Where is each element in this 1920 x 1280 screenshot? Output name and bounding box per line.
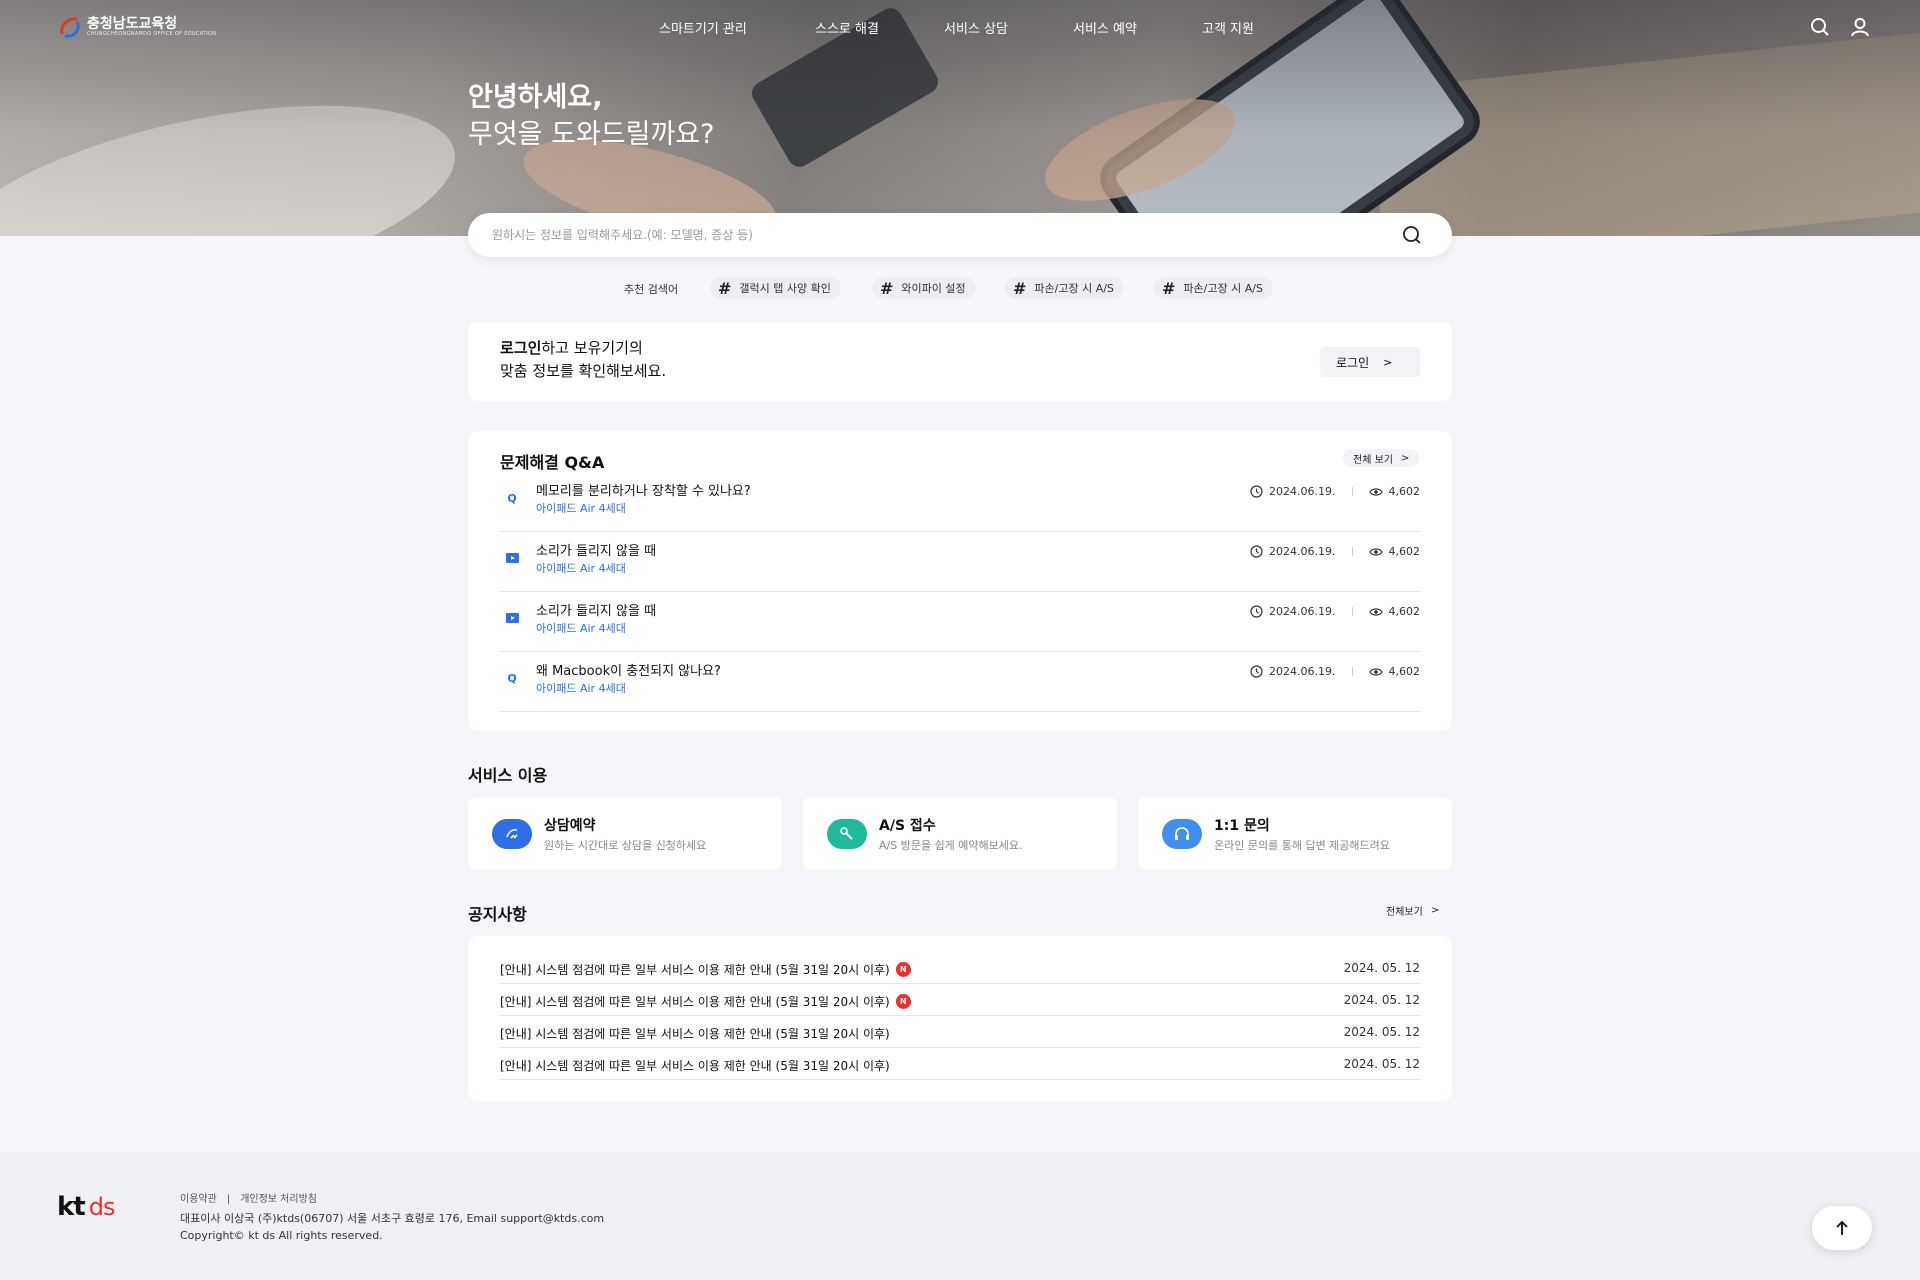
scroll-to-top-button[interactable] (1812, 1206, 1872, 1250)
clock-icon (1250, 605, 1263, 618)
wrench-icon (827, 819, 867, 849)
footer-copyright: Copyright© kt ds All rights reserved. (180, 1229, 383, 1242)
footer-links: 이용약관 | 개인정보 처리방침 (180, 1194, 317, 1205)
clock-icon (1250, 545, 1263, 558)
consult-icon (492, 819, 532, 849)
qa-title: 문제해결 Q&A (500, 453, 605, 472)
nav-self-solve[interactable]: 스스로 해결 (815, 18, 879, 37)
chevron-right-icon: > (1430, 905, 1440, 916)
eye-icon (1368, 547, 1383, 556)
chevron-right-icon: > (1383, 355, 1393, 369)
recommended-keywords: 추천 검색어 # 갤럭시 탭 사양 확인 # 와이파이 설정 # 파손/고장 시 A/… (0, 277, 1920, 299)
qa-item[interactable]: Q 왜 Macbook이 충전되지 않나요? 아이패드 Air 4세대 2024… (500, 652, 1420, 712)
chevron-right-icon: > (1400, 452, 1410, 464)
clock-icon (1250, 665, 1263, 678)
nav-service-reserve[interactable]: 서비스 예약 (1073, 18, 1137, 37)
notice-item[interactable]: [안내] 시스템 점검에 따른 일부 서비스 이용 제한 안내 (5월 31일 … (500, 1016, 1420, 1048)
nav-service-consult[interactable]: 서비스 상담 (944, 18, 1008, 37)
new-badge: N (895, 962, 911, 977)
site-header: 충청남도교육청 CHUNGCHEONGNAMDO OFFICE OF EDUCA… (0, 0, 1920, 54)
keyword-tag[interactable]: # 와이파이 설정 (872, 277, 976, 299)
notice-item[interactable]: [안내] 시스템 점검에 따른 일부 서비스 이용 제한 안내 (5월 31일 … (500, 1048, 1420, 1080)
login-prompt-card: 로그인하고 보유기기의 맞춤 정보를 확인해보세요. 로그인 > (468, 322, 1452, 401)
notices-view-all-button[interactable]: 전체보기 > (1386, 903, 1439, 918)
login-button[interactable]: 로그인 > (1320, 347, 1420, 377)
search-input[interactable] (492, 213, 1372, 257)
greeting-line1: 안녕하세요, (468, 82, 603, 113)
qa-section: 문제해결 Q&A 전체 보기 > Q 메모리를 분리하거나 장착할 수 있나요? … (468, 431, 1452, 731)
qa-item[interactable]: 소리가 들리지 않을 때 아이패드 Air 4세대 2024.06.19. 4,… (500, 592, 1420, 652)
clock-icon (1250, 485, 1263, 498)
eye-icon (1368, 607, 1383, 616)
nav-customer-support[interactable]: 고객 지원 (1202, 18, 1254, 37)
services-title: 서비스 이용 (468, 766, 548, 785)
qa-item[interactable]: 소리가 들리지 않을 때 아이패드 Air 4세대 2024.06.19. 4,… (500, 532, 1420, 592)
notice-item[interactable]: [안내] 시스템 점검에 따른 일부 서비스 이용 제한 안내 (5월 31일 … (500, 984, 1420, 1016)
nav-smart-device[interactable]: 스마트기기 관리 (659, 18, 747, 37)
privacy-link[interactable]: 개인정보 처리방침 (240, 1194, 317, 1205)
main-nav: 스마트기기 관리 스스로 해결 서비스 상담 서비스 예약 고객 지원 (0, 18, 1920, 38)
question-icon: Q (507, 491, 517, 505)
search-submit-icon[interactable] (1400, 224, 1422, 246)
eye-icon (1368, 667, 1383, 676)
footer-address: 대표이사 이상국 (주)ktds(06707) 서울 서초구 효령로 176, … (180, 1212, 605, 1225)
eye-icon (1368, 487, 1383, 496)
question-icon: Q (507, 671, 517, 685)
video-icon (504, 550, 520, 566)
keyword-tag[interactable]: # 파손/고장 시 A/S (1005, 277, 1124, 299)
terms-link[interactable]: 이용약관 (180, 1194, 217, 1205)
keyword-tag[interactable]: # 갤럭시 탭 사양 확인 (710, 277, 841, 299)
search-icon[interactable] (1809, 16, 1831, 38)
notices-list: [안내] 시스템 점검에 따른 일부 서비스 이용 제한 안내 (5월 31일 … (468, 936, 1452, 1101)
notices-title: 공지사항 (468, 905, 527, 924)
notice-item[interactable]: [안내] 시스템 점검에 따른 일부 서비스 이용 제한 안내 (5월 31일 … (500, 952, 1420, 984)
footer-logo: kt ds (57, 1192, 115, 1222)
greeting-line2: 무엇을 도와드릴까요? (468, 119, 715, 150)
video-icon (504, 610, 520, 626)
site-footer: kt ds 이용약관 | 개인정보 처리방침 대표이사 이상국 (주)ktds(067… (0, 1152, 1920, 1280)
login-prompt-text: 로그인하고 보유기기의 맞춤 정보를 확인해보세요. (500, 339, 667, 380)
service-as-request[interactable]: A/S 접수 A/S 방문을 쉽게 예약해보세요. (803, 797, 1117, 870)
service-consult-reserve[interactable]: 상담예약 원하는 시간대로 상담을 신청하세요 (468, 797, 782, 870)
hash-icon: # (1162, 278, 1176, 298)
recommended-label: 추천 검색어 (624, 283, 679, 296)
service-one-on-one[interactable]: 1:1 문의 온라인 문의를 통해 답변 제공해드려요 (1138, 797, 1452, 870)
user-icon[interactable] (1849, 16, 1871, 38)
search-bar (468, 213, 1452, 257)
qa-item[interactable]: Q 메모리를 분리하거나 장착할 수 있나요? 아이패드 Air 4세대 202… (500, 472, 1420, 532)
hash-icon: # (880, 278, 894, 298)
arrow-up-icon (1836, 1220, 1848, 1235)
hash-icon: # (718, 278, 732, 298)
qa-view-all-button[interactable]: 전체 보기 > (1343, 449, 1420, 467)
keyword-tag[interactable]: # 파손/고장 시 A/S (1154, 277, 1273, 299)
hash-icon: # (1013, 278, 1027, 298)
headset-icon (1162, 819, 1202, 849)
new-badge: N (895, 994, 911, 1009)
hero-greeting: 안녕하세요, 무엇을 도와드릴까요? (468, 80, 714, 154)
